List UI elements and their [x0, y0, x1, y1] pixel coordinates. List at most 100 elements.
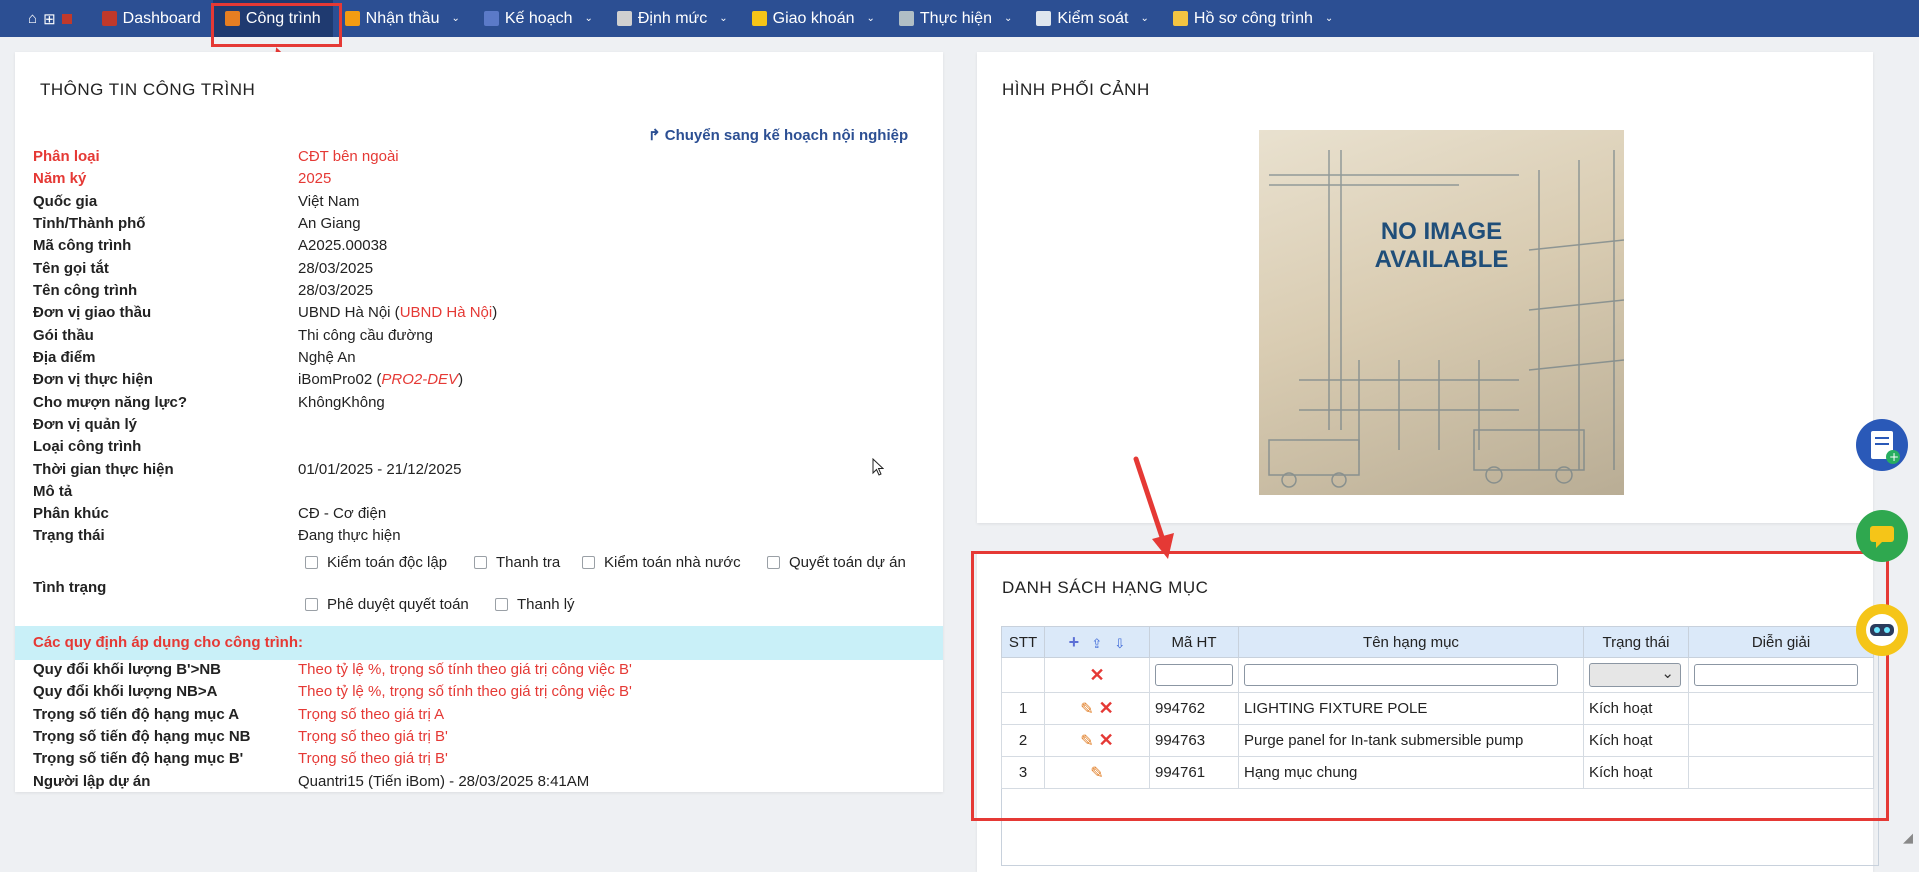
info-label: Trạng thái — [33, 527, 105, 544]
rule-row: Trọng số tiến độ hạng mục B' Trọng số the… — [33, 750, 933, 772]
info-row: Thời gian thực hiện 01/01/2025 - 21/12/20… — [33, 461, 933, 483]
status-checkbox[interactable]: Quyết toán dự án — [767, 554, 906, 571]
info-row: Loại công trình — [33, 438, 933, 460]
chat-icon — [1870, 526, 1894, 548]
info-label: Loại công trình — [33, 438, 142, 455]
grid-icon[interactable]: ⊞ — [43, 10, 56, 28]
rule-value: Quantri15 (Tiến iBom) - 28/03/2025 8:41A… — [298, 773, 590, 790]
info-label: Đơn vị thực hiện — [33, 371, 153, 388]
chat-fab[interactable] — [1856, 510, 1908, 562]
info-row: Đơn vị quản lý — [33, 416, 933, 438]
no-image-line2: AVAILABLE — [1374, 246, 1509, 273]
rule-label: Trọng số tiến độ hạng mục B' — [33, 750, 244, 767]
info-value-text: 2025 — [298, 170, 332, 187]
checkbox-box[interactable] — [305, 598, 318, 611]
checkbox-label: Kiểm toán độc lập — [327, 554, 448, 571]
nav-item-4[interactable]: Định mức ⌄ — [605, 0, 740, 37]
highlight-nav-cong-trinh — [211, 3, 342, 47]
info-value-text: 28/03/2025 — [298, 260, 374, 277]
checkbox-box[interactable] — [474, 556, 487, 569]
info-value-text: Thi công cầu đường — [298, 327, 433, 344]
status-checkbox[interactable]: Kiểm toán nhà nước — [582, 554, 741, 571]
image-panel-title: HÌNH PHỐI CẢNH — [1002, 80, 1150, 99]
info-row: Địa điểm Nghệ An — [33, 349, 933, 371]
info-value-text: A2025.00038 — [298, 237, 388, 254]
info-value: Thi công cầu đường — [298, 327, 433, 344]
tools-icon — [898, 11, 914, 26]
assistant-bot-fab[interactable] — [1856, 604, 1908, 656]
info-row: Gói thầu Thi công cầu đường — [33, 327, 933, 349]
nav-item-8[interactable]: Hồ sơ công trình ⌄ — [1161, 0, 1345, 37]
nav-item-label: Nhận thầu — [365, 9, 440, 27]
nav-item-5[interactable]: Giao khoán ⌄ — [740, 0, 887, 37]
chevron-down-icon: ⌄ — [866, 13, 875, 24]
rules-title: Các quy định áp dụng cho công trình: — [33, 634, 303, 651]
nav-item-label: Thực hiện — [919, 9, 992, 27]
info-label: Tên công trình — [33, 282, 138, 299]
rule-value: Theo tỷ lệ %, trọng số tính theo giá trị… — [298, 683, 632, 700]
checkbox-label: Quyết toán dự án — [789, 554, 906, 571]
nav-item-3[interactable]: Kế hoạch ⌄ — [472, 0, 605, 37]
rule-label: Trọng số tiến độ hạng mục NB — [33, 728, 251, 745]
chevron-down-icon: ⌄ — [1003, 13, 1013, 24]
gear-icon — [616, 11, 632, 26]
info-value-text: iBomPro02 ( — [298, 371, 382, 388]
clipboard-fab[interactable]: + — [1856, 419, 1908, 471]
clipboard-icon — [1036, 11, 1052, 26]
info-label: Đơn vị giao thầu — [33, 304, 152, 321]
info-row: Phân loại CĐT bên ngoài — [33, 148, 933, 170]
info-value: KhôngKhông — [298, 394, 385, 411]
info-value-text: KhôngKhông — [298, 394, 385, 411]
rule-row: Trọng số tiến độ hạng mục NB Trọng số the… — [33, 728, 933, 750]
mouse-cursor-icon — [872, 458, 884, 476]
info-label: Địa điểm — [33, 349, 96, 366]
info-row: Tên công trình 28/03/2025 — [33, 282, 933, 304]
dashboard-icon — [101, 11, 117, 26]
nav-item-label: Hồ sơ công trình — [1193, 9, 1313, 27]
rule-label: Quy đổi khối lượng NB>A — [33, 683, 218, 700]
info-value: iBomPro02 (PRO2-DEV) — [298, 371, 463, 388]
status-checkbox[interactable]: Thanh lý — [495, 596, 575, 613]
info-label: Đơn vị quản lý — [33, 416, 138, 433]
nav-item-6[interactable]: Thực hiện ⌄ — [887, 0, 1024, 37]
info-row: Quốc gia Việt Nam — [33, 193, 933, 215]
info-row: Trạng thái Đang thực hiện — [33, 527, 933, 549]
nav-item-2[interactable]: Nhận thầu ⌄ — [333, 0, 472, 37]
checkbox-label: Thanh tra — [496, 554, 561, 571]
info-row: Mô tả — [33, 483, 933, 505]
resize-handle-icon[interactable]: ◢ — [1903, 830, 1913, 846]
status-checkbox[interactable]: Kiểm toán độc lập — [305, 554, 447, 571]
rule-label: Trọng số tiến độ hạng mục A — [33, 706, 240, 723]
rule-row: Trọng số tiến độ hạng mục A Trọng số theo… — [33, 706, 933, 728]
chevron-down-icon: ⌄ — [584, 13, 593, 24]
info-value: 28/03/2025 — [298, 260, 373, 277]
nav-item-label: Dashboard — [122, 9, 201, 27]
checkbox-box[interactable] — [767, 556, 780, 569]
rule-row: Quy đổi khối lượng NB>A Theo tỷ lệ %, trọ… — [33, 683, 933, 705]
chevron-down-icon: ⌄ — [1140, 13, 1149, 24]
switch-plan-link[interactable]: ↱ Chuyển sang kế hoạch nội nghiệp — [648, 126, 908, 144]
redirect-arrow-icon: ↱ — [648, 127, 661, 144]
checkbox-box[interactable] — [305, 556, 318, 569]
info-label: Năm ký — [33, 170, 87, 187]
checkbox-box[interactable] — [582, 556, 595, 569]
info-value-text: Việt Nam — [298, 193, 360, 210]
info-label: Tỉnh/Thành phố — [33, 215, 146, 232]
nav-item-label: Kiểm soát — [1057, 9, 1129, 27]
nav-item-0[interactable]: Dashboard — [90, 0, 213, 37]
document-icon — [344, 11, 360, 26]
info-value: CĐ - Cơ điện — [298, 505, 386, 522]
status-checkbox[interactable]: Thanh tra — [474, 554, 560, 571]
info-label: Cho mượn năng lực? — [33, 394, 188, 411]
rule-value: Theo tỷ lệ %, trọng số tính theo giá trị… — [298, 661, 632, 678]
info-value: Đang thực hiện — [298, 527, 401, 544]
info-row: Mã công trình A2025.00038 — [33, 237, 933, 259]
info-label: Mô tả — [33, 483, 73, 500]
tinh-trang-label: Tình trạng — [33, 579, 107, 596]
checkbox-box[interactable] — [495, 598, 508, 611]
info-value-text: UBND Hà Nội ( — [298, 304, 400, 321]
home-icon[interactable]: ⌂ — [28, 10, 37, 27]
info-value-text: CĐ - Cơ điện — [298, 505, 387, 522]
nav-item-7[interactable]: Kiểm soát ⌄ — [1024, 0, 1161, 37]
status-checkbox[interactable]: Phê duyệt quyết toán — [305, 596, 469, 613]
